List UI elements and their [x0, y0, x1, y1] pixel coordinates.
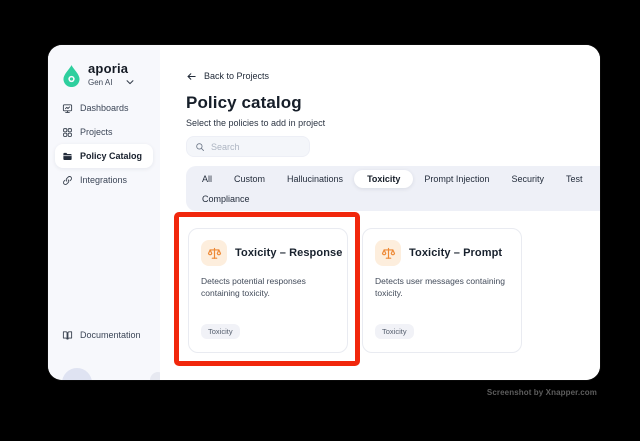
tab-hallucinations[interactable]: Hallucinations: [276, 174, 354, 184]
sidebar-item-documentation[interactable]: Documentation: [55, 323, 153, 347]
tab-prompt-injection[interactable]: Prompt Injection: [413, 174, 500, 184]
sidebar: aporia Gen AI Dashboards Projects Policy…: [48, 45, 160, 380]
sidebar-item-label: Documentation: [80, 330, 141, 340]
folder-icon: [62, 151, 73, 162]
brand: aporia Gen AI: [48, 45, 160, 87]
watermark-text: Screenshot by Xnapper.com: [486, 388, 597, 397]
search-box[interactable]: [186, 136, 310, 157]
sidebar-item-policy-catalog[interactable]: Policy Catalog: [55, 144, 153, 168]
brand-name: aporia: [88, 61, 129, 76]
search-icon: [196, 142, 204, 151]
sidebar-item-integrations[interactable]: Integrations: [55, 168, 153, 192]
tab-all[interactable]: All: [191, 174, 223, 184]
back-link-label: Back to Projects: [204, 71, 270, 81]
aporia-logo-icon: [63, 65, 80, 87]
sidebar-item-projects[interactable]: Projects: [55, 120, 153, 144]
scales-icon: [375, 240, 401, 266]
policy-card-toxicity-response[interactable]: Toxicity – Response Detects potential re…: [188, 228, 348, 353]
book-icon: [62, 330, 73, 341]
card-title: Toxicity – Prompt: [409, 247, 503, 259]
main-content: Back to Projects Policy catalog Select t…: [160, 45, 600, 380]
link-icon: [62, 175, 73, 186]
policy-cards: Toxicity – Response Detects potential re…: [188, 228, 600, 353]
tab-toxicity[interactable]: Toxicity: [354, 169, 414, 188]
tab-custom[interactable]: Custom: [223, 174, 276, 184]
workspace-name: Gen AI: [88, 77, 113, 87]
search-input[interactable]: [211, 141, 301, 152]
tab-topics[interactable]: Topics: [593, 174, 600, 184]
sidebar-nav: Dashboards Projects Policy Catalog Integ…: [48, 96, 160, 192]
sidebar-item-dashboards[interactable]: Dashboards: [55, 96, 153, 120]
tab-security[interactable]: Security: [500, 174, 555, 184]
dashboard-icon: [62, 103, 73, 114]
sidebar-item-label: Projects: [80, 127, 113, 137]
back-to-projects-link[interactable]: Back to Projects: [186, 70, 600, 82]
scales-icon: [201, 240, 227, 266]
decor-circle: [150, 372, 160, 380]
card-description: Detects potential responses containing t…: [201, 276, 306, 298]
page-subtitle: Select the policies to add in project: [186, 118, 326, 128]
page-title: Policy catalog: [186, 93, 302, 112]
app-window: aporia Gen AI Dashboards Projects Policy…: [48, 45, 600, 380]
filter-tabbar: All Custom Hallucinations Toxicity Promp…: [186, 166, 600, 211]
avatar-partial[interactable]: [62, 368, 92, 380]
policy-card-toxicity-prompt[interactable]: Toxicity – Prompt Detects user messages …: [362, 228, 522, 353]
card-tag: Toxicity: [375, 324, 414, 339]
grid-icon: [62, 127, 73, 138]
sidebar-item-label: Integrations: [80, 175, 128, 185]
arrow-left-icon: [187, 72, 196, 80]
tab-compliance[interactable]: Compliance: [191, 194, 261, 204]
card-description: Detects user messages containing toxicit…: [375, 276, 505, 298]
card-title: Toxicity – Response: [235, 247, 343, 259]
card-tag: Toxicity: [201, 324, 240, 339]
chevron-down-icon[interactable]: [125, 77, 135, 87]
sidebar-item-label: Dashboards: [80, 103, 129, 113]
tab-test[interactable]: Test: [555, 174, 594, 184]
sidebar-item-label: Policy Catalog: [80, 151, 143, 161]
